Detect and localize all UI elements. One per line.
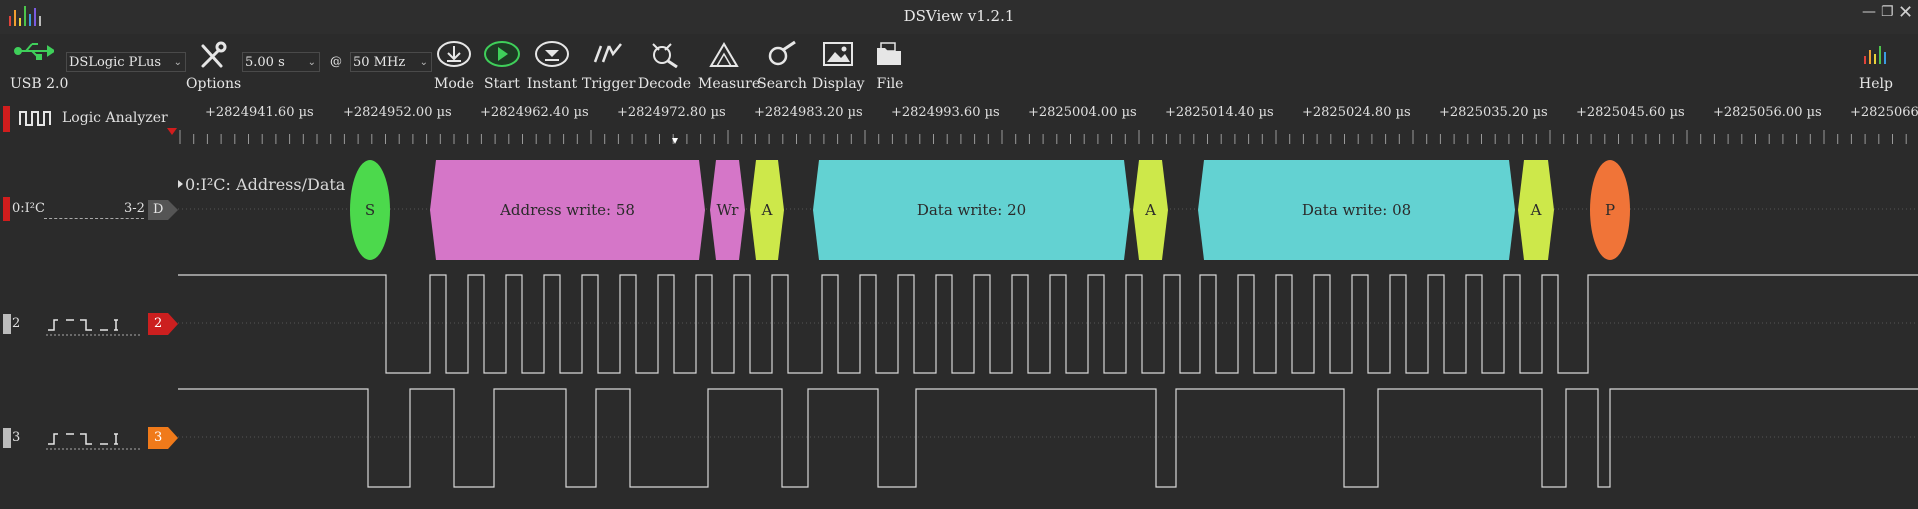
decoder-segment-label: P	[1604, 201, 1616, 219]
duration-value: 5.00 s	[245, 55, 285, 70]
minimize-icon[interactable]: —	[1862, 4, 1876, 20]
decoder-segment[interactable]: A	[1133, 160, 1168, 260]
ruler-label: +2824993.60 µs	[891, 105, 1000, 120]
options-button[interactable]: Options	[186, 40, 242, 92]
help-label: Help	[1859, 76, 1893, 92]
decoder-segment[interactable]: Address write: 58	[430, 160, 705, 260]
start-label: Start	[484, 76, 520, 92]
toolbar: USB 2.0 DSLogic PLus ⌄ Options 5.00 s ⌄ @ …	[0, 34, 1918, 98]
folder-icon	[877, 42, 901, 65]
search-icon	[768, 40, 796, 66]
ch3-tag[interactable]: 3	[148, 427, 178, 449]
measure-label: Measure	[698, 76, 761, 92]
download-icon	[437, 41, 471, 67]
ruler-label: +2824972.80 µs	[617, 105, 726, 120]
ch2-tag-label: 2	[154, 316, 163, 331]
decoder-segment[interactable]: Wr	[710, 160, 745, 260]
ruler-label: +2824983.20 µs	[754, 105, 863, 120]
trigger-label: Trigger	[582, 76, 636, 92]
restore-icon[interactable]: ❐	[1881, 4, 1894, 20]
channel-2-waveform	[178, 274, 1918, 374]
duration-select[interactable]: 5.00 s ⌄	[242, 52, 320, 72]
ruler-label: +2825014.40 µs	[1165, 105, 1274, 120]
decode-button[interactable]: Decode	[638, 40, 692, 92]
ruler-label: +2825056.00 µs	[1713, 105, 1822, 120]
file-button[interactable]: File	[864, 40, 916, 92]
decode-label: Decode	[638, 76, 692, 92]
device-select-value: DSLogic PLus	[69, 55, 162, 70]
decoder-segment-label: A	[761, 201, 773, 219]
trigger-options-icon[interactable]	[46, 430, 142, 450]
file-label: File	[876, 76, 904, 92]
chevron-down-icon: ⌄	[173, 57, 182, 68]
help-button[interactable]: Help	[1850, 40, 1902, 92]
channel-3-waveform	[178, 388, 1918, 488]
close-icon[interactable]: ✕	[1898, 2, 1913, 23]
ruler-label: +2824962.40 µs	[480, 105, 589, 120]
ruler-label: +2825066.4	[1850, 105, 1918, 120]
chevron-down-icon: ⌄	[419, 57, 428, 68]
search-label: Search	[757, 76, 807, 92]
measure-button[interactable]: Measure	[698, 40, 761, 92]
image-icon	[823, 42, 853, 66]
options-label: Options	[186, 76, 242, 92]
mode-label: Mode	[433, 76, 474, 92]
usb-label: USB 2.0	[10, 76, 69, 92]
ch2-name[interactable]: 2	[12, 316, 20, 331]
ch2-tag-shape	[148, 313, 178, 335]
samplerate-select[interactable]: 50 MHz ⌄	[350, 52, 432, 72]
decoder-segment-label: Data write: 20	[916, 201, 1027, 219]
decoder-segment[interactable]: Data write: 08	[1198, 160, 1515, 260]
ruler-label: +2825035.20 µs	[1439, 105, 1548, 120]
ruler-label: +2824952.00 µs	[343, 105, 452, 120]
ruler-label: +2825024.80 µs	[1302, 105, 1411, 120]
device-select[interactable]: DSLogic PLus ⌄	[66, 52, 186, 72]
help-icon	[1864, 46, 1886, 64]
at-label: @	[330, 54, 342, 68]
ruler-label: +2824941.60 µs	[205, 105, 314, 120]
decoder-segment[interactable]: S	[350, 160, 390, 260]
trigger-options-icon[interactable]	[46, 316, 142, 336]
play-icon	[484, 41, 520, 67]
trigger-icon	[593, 43, 622, 63]
ch3-name[interactable]: 3	[12, 430, 20, 445]
ch2-tag[interactable]: 2	[148, 313, 178, 335]
samplerate-value: 50 MHz	[353, 55, 406, 70]
start-button[interactable]: Start	[476, 40, 528, 92]
chevron-down-icon: ⌄	[307, 57, 316, 68]
wrench-screwdriver-icon	[201, 41, 227, 68]
instant-button[interactable]: Instant	[526, 40, 578, 92]
mode-button[interactable]: Mode	[428, 40, 480, 92]
decoder-segment[interactable]: Data write: 20	[813, 160, 1130, 260]
window-title: DSView v1.2.1	[903, 7, 1015, 25]
decoder-segment-label: A	[1145, 201, 1156, 219]
decoder-segment-label: Address write: 58	[500, 201, 635, 219]
search-button[interactable]: Search	[756, 40, 808, 92]
decode-icon	[652, 43, 678, 68]
usb-icon	[14, 43, 54, 60]
decoder-segment[interactable]: A	[750, 160, 784, 260]
decoder-segment-label: S	[364, 201, 376, 219]
decoder-segment-label: Data write: 08	[1301, 201, 1412, 219]
decoder-segment[interactable]: P	[1590, 160, 1630, 260]
ch3-tag-shape	[148, 427, 178, 449]
decoder-segment-label: Wr	[716, 201, 739, 219]
ch3-tag-label: 3	[154, 430, 163, 445]
instant-label: Instant	[526, 76, 578, 92]
ch2-marker	[3, 314, 11, 334]
ch3-marker	[3, 428, 11, 448]
display-label: Display	[812, 76, 865, 92]
decoder-segment-label: A	[1530, 201, 1542, 219]
trigger-button[interactable]: Trigger	[582, 40, 636, 92]
ruler-label: +2825004.00 µs	[1028, 105, 1137, 120]
decoder-segment[interactable]: A	[1518, 160, 1554, 260]
display-button[interactable]: Display	[812, 40, 865, 92]
instant-icon	[535, 41, 569, 67]
title-bar: DSView v1.2.1 — ❐ ✕	[0, 0, 1918, 34]
ruler-label: +2825045.60 µs	[1576, 105, 1685, 120]
measure-icon	[709, 42, 739, 67]
